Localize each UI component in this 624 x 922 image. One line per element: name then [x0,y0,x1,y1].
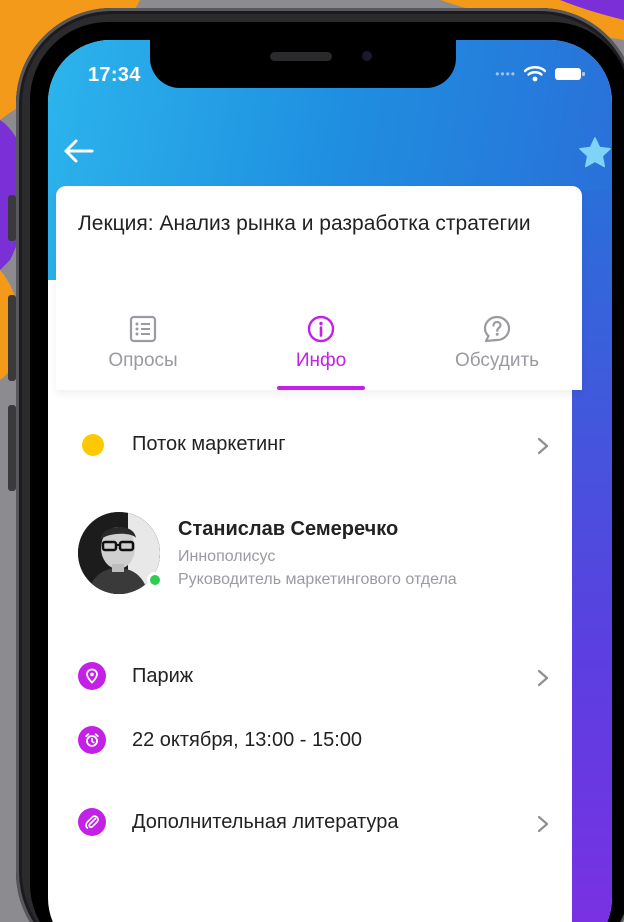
literature-row[interactable]: Дополнительная литература [48,798,572,848]
online-status-indicator [147,572,163,588]
phone-volume-down [8,405,16,491]
lecture-card: Лекция: Анализ рынка и разработка страте… [56,186,582,390]
speaker-info[interactable]: Станислав Семеречко Иннополисус Руководи… [178,518,457,589]
chevron-right-icon [537,669,549,687]
question-bubble-icon [483,315,511,343]
speaker-name: Станислав Семеречко [178,518,399,540]
alarm-clock-icon [78,726,108,756]
back-button[interactable] [62,136,96,166]
phone-volume-up [8,295,16,381]
speaker-grille [270,52,332,61]
speaker-avatar[interactable] [78,512,163,596]
signal-dots-icon: •••• [495,67,516,81]
stream-row[interactable]: Поток маркетинг [48,420,572,470]
favorite-button[interactable] [578,136,612,168]
stream-dot-icon [78,430,108,460]
status-time: 17:34 [88,64,141,86]
speaker-organization: Иннополисус [178,548,276,565]
arrow-left-icon [64,139,94,163]
battery-icon [555,68,585,80]
tab-info[interactable]: Инфо [246,306,396,390]
active-tab-indicator [277,386,365,390]
literature-label: Дополнительная литература [132,811,399,833]
location-row[interactable]: Париж [48,652,572,702]
front-camera [362,51,372,61]
phone-bezel: 17:34 •••• Лекция: Анализ рынка и разраб… [30,22,624,922]
tab-polls-label: Опросы [108,350,178,371]
tab-discuss[interactable]: Обсудить [422,306,572,390]
chevron-right-icon [537,815,549,833]
app-screen: 17:34 •••• Лекция: Анализ рынка и разраб… [48,40,612,922]
tab-polls[interactable]: Опросы [68,306,218,390]
chevron-right-icon [537,437,549,455]
info-icon [307,315,335,343]
tab-discuss-label: Обсудить [454,350,540,371]
notch [150,40,456,88]
tab-info-label: Инфо [295,350,347,371]
location-label: Париж [132,665,194,687]
location-pin-icon [78,662,108,692]
wifi-icon [524,66,546,82]
lecture-title: Лекция: Анализ рынка и разработка страте… [78,212,531,235]
tab-bar: Опросы Инфо Обсудить [56,306,582,390]
status-icons: •••• [495,66,586,82]
datetime-row: 22 октября, 13:00 - 15:00 [48,716,572,766]
star-icon [579,137,611,168]
datetime-label: 22 октября, 13:00 - 15:00 [132,729,363,751]
phone-mute-switch [8,195,16,241]
list-icon [129,315,157,343]
stream-label: Поток маркетинг [132,433,286,455]
paperclip-icon [78,808,108,838]
speaker-position: Руководитель маркетингового отдела [178,571,457,588]
